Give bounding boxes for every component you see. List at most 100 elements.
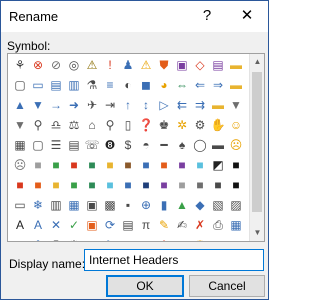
search-icon[interactable]: ⚲ <box>30 117 46 133</box>
green-square-icon[interactable]: ■ <box>66 177 82 193</box>
folder-icon[interactable]: ▬ <box>228 57 244 73</box>
target-icon[interactable]: ◎ <box>66 57 82 73</box>
circle-icon[interactable]: ◯ <box>192 137 208 153</box>
scroll-down-icon[interactable]: ▼ <box>250 225 264 241</box>
list-icon[interactable]: ▥ <box>66 77 82 93</box>
text-fill-icon[interactable]: A <box>30 217 46 233</box>
arrow-right-icon[interactable]: → <box>48 97 64 113</box>
columns-icon[interactable]: ▥ <box>48 197 64 213</box>
photo-icon[interactable]: ▣ <box>84 217 100 233</box>
report-icon[interactable]: ▤ <box>120 217 136 233</box>
folder-2-icon[interactable]: ▬ <box>228 77 244 93</box>
rectangle-icon[interactable]: ▬ <box>210 137 226 153</box>
printer-icon[interactable]: ⎙ <box>210 217 226 233</box>
vertical-scrollbar[interactable]: ▲ ▼ <box>249 54 264 241</box>
play-icon[interactable]: ▶ <box>12 237 28 241</box>
sad-icon[interactable]: ☹ <box>228 137 244 153</box>
calculator-icon[interactable]: ▦ <box>12 137 28 153</box>
triangle-up-icon[interactable]: ▲ <box>12 97 28 113</box>
display-name-field[interactable] <box>84 249 264 271</box>
spreadsheet-icon[interactable]: ▤ <box>66 137 82 153</box>
save-icon[interactable]: ▣ <box>174 57 190 73</box>
close-button[interactable]: ✕ <box>234 4 260 28</box>
blue-square-icon[interactable]: ■ <box>120 177 136 193</box>
tag-icon[interactable]: ◇ <box>192 57 208 73</box>
spade-icon[interactable]: ♠ <box>174 137 190 153</box>
square-icon[interactable]: ◼ <box>138 77 154 93</box>
hatch-2-icon[interactable]: ▨ <box>228 197 244 213</box>
brown-swatch-icon[interactable]: ■ <box>120 157 136 173</box>
org-chart-icon[interactable]: ⚘ <box>12 57 28 73</box>
balance-icon[interactable]: ⚖ <box>66 117 82 133</box>
people-icon[interactable]: ⚇ <box>48 237 64 241</box>
person-icon[interactable]: ♟ <box>120 57 136 73</box>
ok-button[interactable]: OK <box>106 275 184 297</box>
sun-icon[interactable]: ✲ <box>174 117 190 133</box>
scales-icon[interactable]: ♎ <box>48 117 64 133</box>
mountain-icon[interactable]: ▲ <box>174 197 190 213</box>
hand-icon[interactable]: ✋ <box>210 117 226 133</box>
sync-icon[interactable]: ⇔ <box>174 77 190 93</box>
home-icon[interactable]: ⌂ <box>84 117 100 133</box>
pi-icon[interactable]: π <box>138 217 154 233</box>
scroll-up-icon[interactable]: ▲ <box>250 54 264 70</box>
teal-square-icon[interactable]: ■ <box>84 177 100 193</box>
diamond-icon[interactable]: ◆ <box>192 197 208 213</box>
layout-icon[interactable]: ▦ <box>228 217 244 233</box>
doc-blank-icon[interactable]: ▢ <box>84 237 100 241</box>
book-icon[interactable]: ▥ <box>138 237 154 241</box>
blue-swatch-icon[interactable]: ■ <box>138 157 154 173</box>
hatch-icon[interactable]: ▧ <box>210 197 226 213</box>
light-blue-swatch-icon[interactable]: ■ <box>192 157 208 173</box>
anchor-icon[interactable]: ⚓ <box>30 237 46 241</box>
microphone-icon[interactable]: ▯ <box>120 117 136 133</box>
silver-square-icon[interactable]: ■ <box>174 177 190 193</box>
back-icon[interactable]: ⇐ <box>192 77 208 93</box>
forward-icon[interactable]: ⇒ <box>210 77 226 93</box>
user-icon[interactable]: ♚ <box>156 117 172 133</box>
ink-square-icon[interactable]: ■ <box>228 177 244 193</box>
settings-icon[interactable]: ⚙ <box>192 117 208 133</box>
shield-icon[interactable]: ⛊ <box>156 57 172 73</box>
question-icon[interactable]: ❓ <box>138 117 154 133</box>
orange-square-icon[interactable]: ■ <box>30 177 46 193</box>
list-doc-icon[interactable]: ☰ <box>48 137 64 153</box>
gold-square-icon[interactable]: ■ <box>48 177 64 193</box>
table-icon[interactable]: ▤ <box>48 77 64 93</box>
fast-forward-icon[interactable]: ⇉ <box>192 97 208 113</box>
orange-swatch-icon[interactable]: ■ <box>156 157 172 173</box>
phone-icon[interactable]: ☏ <box>84 137 100 153</box>
flag-play-icon[interactable]: ▷ <box>156 97 172 113</box>
red-square-icon[interactable]: ■ <box>12 177 28 193</box>
violet-square-icon[interactable]: ■ <box>156 177 172 193</box>
window-icon[interactable]: ▭ <box>30 77 46 93</box>
help-button[interactable]: ? <box>194 4 220 28</box>
paint-icon[interactable]: ✎ <box>156 217 172 233</box>
x-mark-icon[interactable]: ✕ <box>48 217 64 233</box>
important-icon[interactable]: ! <box>102 57 118 73</box>
purple-swatch-icon[interactable]: ■ <box>174 157 190 173</box>
mail-icon[interactable]: ✉ <box>228 237 244 241</box>
half-swatch-icon[interactable]: ◩ <box>210 157 226 173</box>
document-icon[interactable]: ▢ <box>12 77 28 93</box>
cancel-icon[interactable]: ⊗ <box>30 57 46 73</box>
alert-icon[interactable]: ⚠ <box>138 57 154 73</box>
rewind-icon[interactable]: ⇇ <box>174 97 190 113</box>
smiley-icon[interactable]: ☺ <box>228 117 244 133</box>
pie-icon[interactable]: ◕ <box>156 77 172 93</box>
theme-icon[interactable]: ◐ <box>120 77 136 93</box>
cancel-button[interactable]: Cancel <box>189 275 265 297</box>
checker-icon[interactable]: ▩ <box>102 197 118 213</box>
pin-icon[interactable]: ✈ <box>84 97 100 113</box>
font-color-icon[interactable]: A <box>156 237 172 241</box>
eraser-icon[interactable]: ▭ <box>120 237 136 241</box>
folder-3-icon[interactable]: ▬ <box>210 97 226 113</box>
frown-icon[interactable]: ☹ <box>12 157 28 173</box>
sort-icon[interactable]: ↕ <box>138 97 154 113</box>
calendar-icon[interactable]: ▤ <box>210 57 226 73</box>
scroll-thumb[interactable] <box>252 72 262 212</box>
grid-icon[interactable]: ▦ <box>66 197 82 213</box>
add-circle-icon[interactable]: ⊕ <box>138 197 154 213</box>
slate-square-icon[interactable]: ■ <box>192 177 208 193</box>
key-icon[interactable]: ⚲ <box>102 117 118 133</box>
